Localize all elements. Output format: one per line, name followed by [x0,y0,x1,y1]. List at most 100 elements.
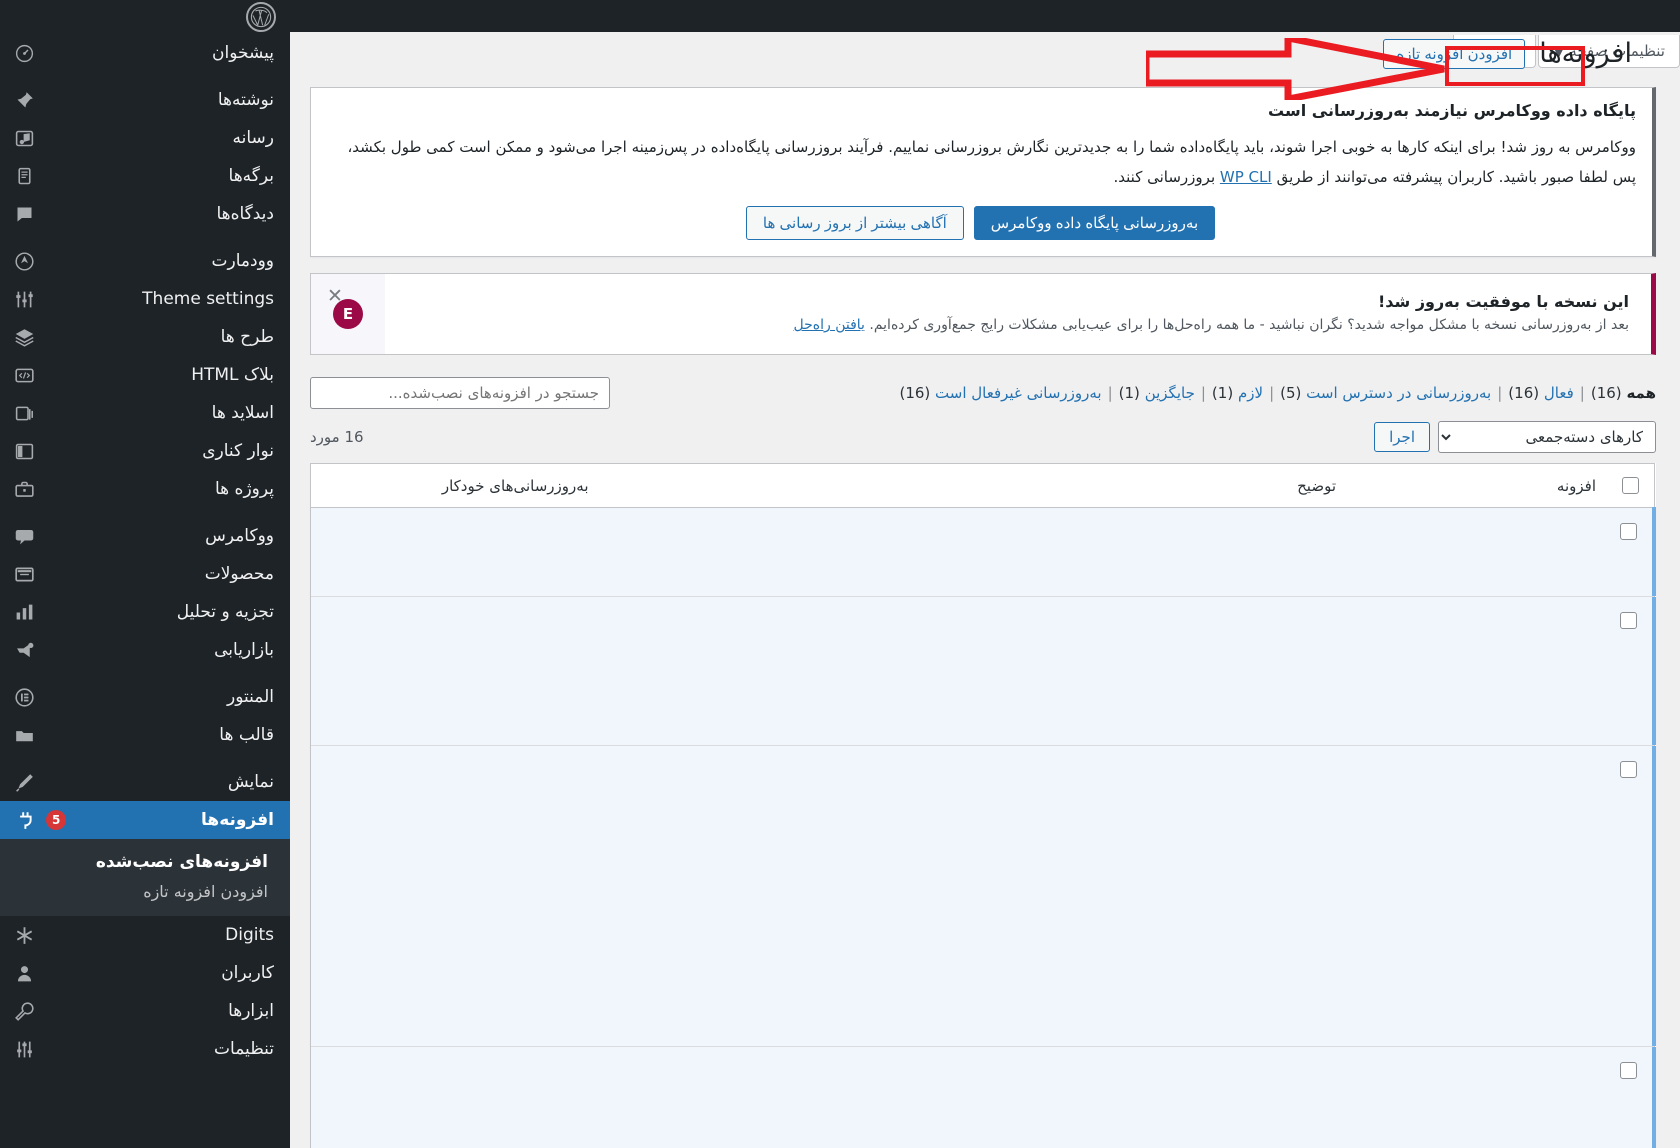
filter-count: (16) [1590,384,1622,403]
sidebar-item-label: ابزارها [228,1001,274,1021]
sidebar-item-templates[interactable]: قالب ها [0,716,290,754]
woodmart-icon [12,249,36,273]
plugin-description-cell [601,746,1349,1046]
elementor-notice-title: این نسخه با موفقیت به‌روز شد! [1377,292,1629,312]
sidebar-item-layers[interactable]: طرح ها [0,318,290,356]
sidebar-item-code[interactable]: بلاک HTML [0,356,290,394]
sidebar-item-woo[interactable]: ووکامرس [0,517,290,555]
sidebar-item-elementor[interactable]: المنتور [0,678,290,716]
sidebar-item-label: پیشخوان [212,43,274,63]
sidebar-item-dashboard[interactable]: پیشخوان [0,34,290,72]
wordpress-logo-icon[interactable] [246,2,276,32]
select-all-checkbox[interactable] [1621,477,1639,495]
row-checkbox[interactable] [1620,1061,1637,1079]
row-checkbox-cell [1608,507,1656,596]
filters-and-search-row: همه (16) | فعال (16) | به‌روزرسانی در دسترس … [310,377,1656,410]
plugin-name-cell [1348,508,1608,596]
sidebar-item-label: قالب ها [219,725,274,745]
elementor-icon [12,685,36,709]
sidebar-item-plugins[interactable]: افزونه‌ها 5 [0,801,290,839]
sidebar-item-media[interactable]: رسانه [0,119,290,157]
sidebar-item-appearance[interactable]: نمایش [0,763,290,801]
update-woocommerce-database-button[interactable]: به‌روزرسانی پایگاه داده ووکامرس [973,206,1216,241]
submenu-item-1[interactable]: افزودن افزونه تازه [0,877,290,906]
sidebar-item-pin[interactable]: نوشته‌ها [0,81,290,119]
wp-cli-link[interactable]: WP CLI [1220,168,1272,186]
filter-count: (1) [1211,384,1234,403]
column-header-description: توضیح [600,463,1348,509]
filter-separator: | [1200,384,1206,403]
table-row[interactable] [310,596,1656,745]
plugin-auto-update-cell [311,508,601,596]
learn-more-updates-button[interactable]: آگاهی بیشتر از بروز رسانی ها [745,206,964,241]
sidebar-item-marketing[interactable]: بازاریابی [0,631,290,669]
sidebar-item-digits[interactable]: Digits [0,916,290,954]
filter-0[interactable]: همه (16) [1591,384,1656,402]
sidebar-item-portfolio[interactable]: پروژه ها [0,470,290,508]
close-icon[interactable]: ✕ [321,282,349,310]
dashboard-icon [12,41,36,65]
sidebar-item-label: تجزیه و تحلیل [176,602,274,622]
search-box [310,377,610,410]
sidebar-item-woodmart[interactable]: وودمارت [0,242,290,280]
bulk-action-select[interactable]: کارهای دسته‌جمعی [1438,421,1656,454]
woocommerce-db-update-notice: پایگاه داده ووکامرس نیازمند به‌روزرسانی … [310,87,1656,258]
row-checkbox-cell [1608,1046,1656,1148]
sidebar-item-sliders[interactable]: Theme settings [0,280,290,318]
wordpress-logo-row[interactable] [0,0,290,34]
select-all-header [1608,463,1654,509]
sidebar-icon [12,439,36,463]
sidebar-item-settings[interactable]: تنظیمات [0,1030,290,1068]
sidebar-item-analytics[interactable]: تجزیه و تحلیل [0,593,290,631]
row-checkbox[interactable] [1620,523,1637,541]
menu-separator [0,669,290,678]
submenu-item-0[interactable]: افزونه‌های نصب‌شده [0,847,290,877]
sidebar-item-users[interactable]: کاربران [0,954,290,992]
slides-icon [12,401,36,425]
sidebar-item-tools[interactable]: ابزارها [0,992,290,1030]
sidebar-item-label: افزونه‌ها [201,810,274,830]
woo-notice-actions: به‌روزرسانی پایگاه داده ووکامرس آگاهی بی… [325,206,1636,241]
filter-link[interactable]: به‌روزرسانی در دسترس است [1306,384,1491,402]
plugin-name-cell [1348,746,1608,1046]
filter-link[interactable]: لازم [1238,384,1263,402]
table-row[interactable] [310,1046,1656,1148]
sidebar-item-pages[interactable]: برگه‌ها [0,157,290,195]
filter-5[interactable]: به‌روزرسانی غیرفعال است (16) [899,384,1101,402]
sidebar-item-label: وودمارت [211,251,275,271]
comments-icon [12,202,36,226]
sidebar-item-products[interactable]: محصولات [0,555,290,593]
row-checkbox[interactable] [1620,611,1637,629]
apply-bulk-action-button[interactable]: اجرا [1374,422,1430,453]
menu-separator [0,754,290,763]
elementor-solutions-link[interactable]: یافتن راه‌حل [794,317,865,333]
menu-separator [0,233,290,242]
filter-link[interactable]: به‌روزرسانی غیرفعال است [935,384,1102,402]
plugin-description-cell [601,1047,1349,1148]
filter-separator: | [1107,384,1113,403]
elementor-upgrade-notice: ✕ این نسخه با موفقیت به‌روز شد! بعد از ب… [310,273,1656,356]
add-new-plugin-button[interactable]: افزودن افزونه تازه [1383,38,1526,69]
sidebar-item-comments[interactable]: دیدگاه‌ها [0,195,290,233]
sidebar-item-sidebar[interactable]: نوار کناری [0,432,290,470]
sidebar-item-label: دیدگاه‌ها [216,204,274,224]
filter-4[interactable]: جایگزین (1) [1119,384,1195,402]
filter-link[interactable]: همه [1626,384,1656,402]
bulk-actions: کارهای دسته‌جمعی اجرا [1374,421,1656,454]
sidebar-update-badge: 5 [46,810,67,830]
sidebar-item-slides[interactable]: اسلاید ها [0,394,290,432]
filter-3[interactable]: لازم (1) [1212,384,1263,402]
filter-link[interactable]: جایگزین [1145,384,1195,402]
analytics-icon [12,600,36,624]
column-header-plugin: افزونه [1348,463,1608,509]
search-input[interactable] [310,377,610,410]
table-row[interactable] [310,507,1656,596]
filter-link[interactable]: فعال [1544,384,1574,402]
woo-notice-body: ووکامرس به روز شد! برای اینکه کارها به خ… [325,132,1636,192]
row-checkbox-cell [1608,596,1656,745]
filter-1[interactable]: فعال (16) [1508,384,1573,402]
table-row[interactable] [310,745,1656,1046]
row-checkbox[interactable] [1620,760,1637,778]
tools-icon [12,999,36,1023]
filter-2[interactable]: به‌روزرسانی در دسترس است (5) [1280,384,1491,402]
